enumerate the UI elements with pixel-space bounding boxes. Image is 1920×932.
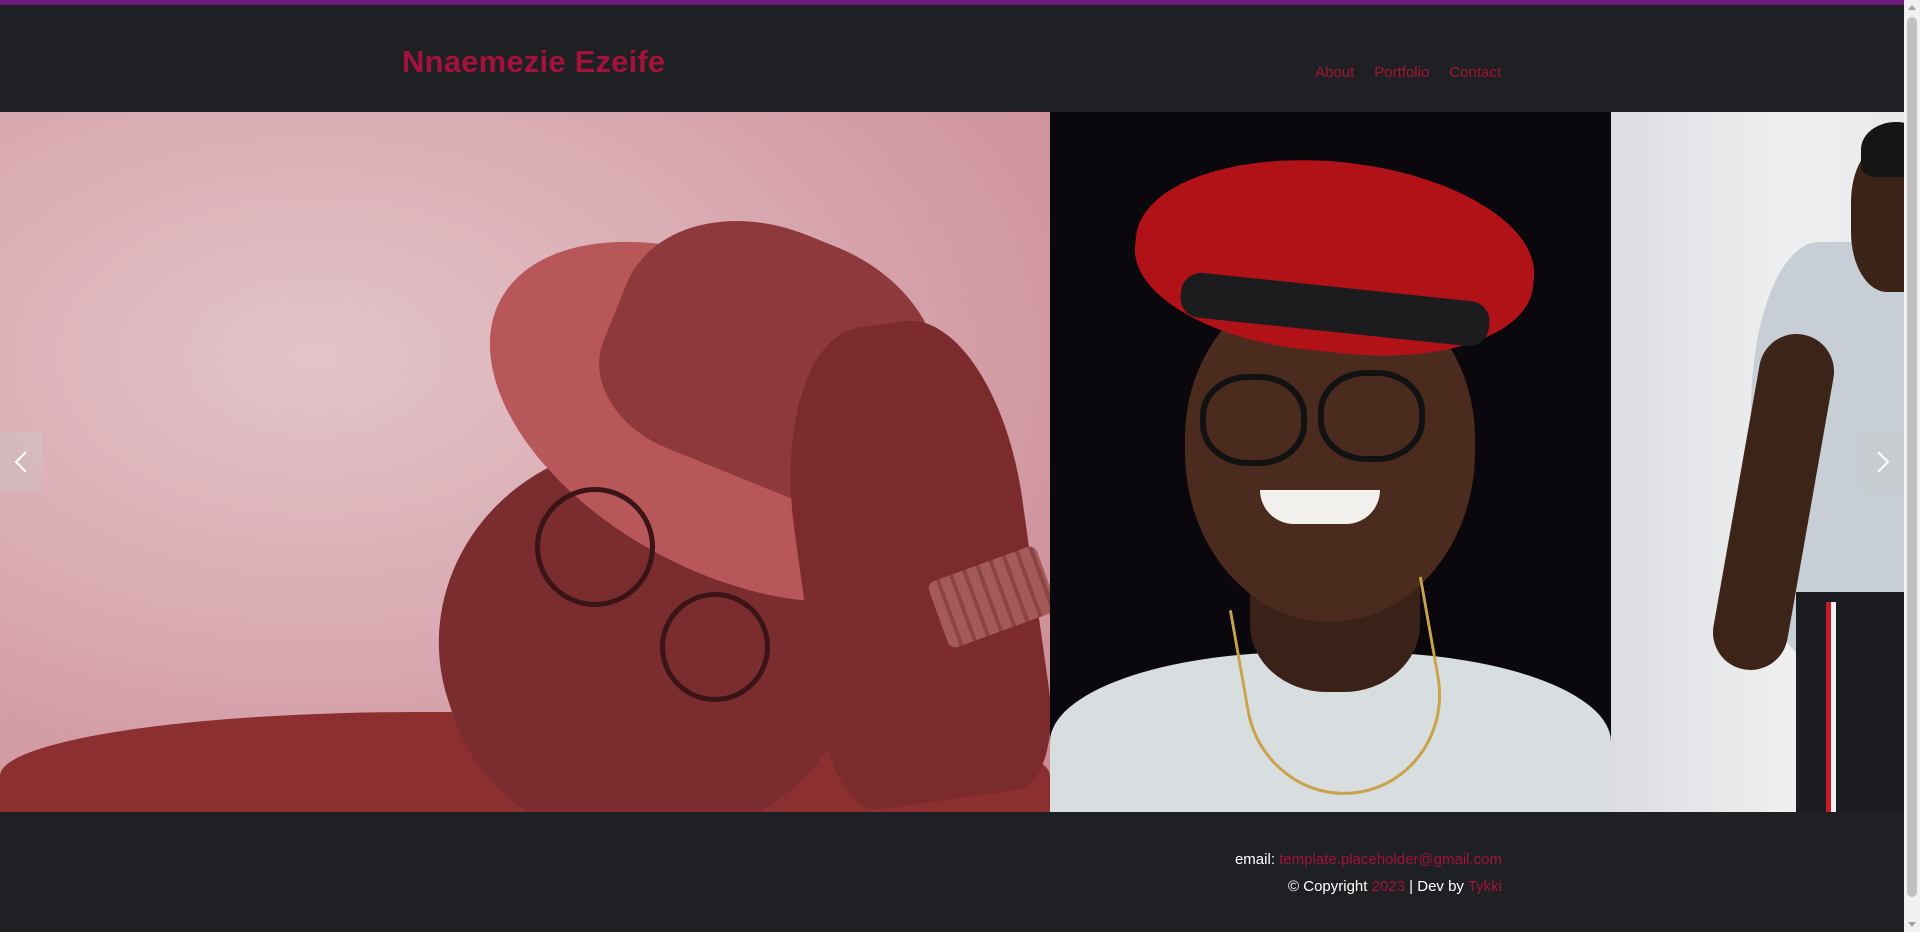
carousel-prev-button[interactable]: [0, 432, 42, 492]
page: Nnaemezie Ezeife About Portfolio Contact: [0, 0, 1920, 932]
dev-label: Dev by: [1417, 878, 1464, 895]
scroll-up-icon[interactable]: [1908, 5, 1916, 10]
site-footer: email: template.placeholder@gmail.com © …: [0, 812, 1904, 932]
carousel-slide: [0, 112, 1050, 812]
scroll-thumb[interactable]: [1907, 17, 1917, 897]
copyright-text: © Copyright: [1288, 878, 1368, 895]
carousel-slide: [1050, 112, 1611, 812]
nav-item-about[interactable]: About: [1315, 64, 1354, 81]
email-link[interactable]: template.placeholder@gmail.com: [1279, 851, 1502, 868]
carousel-next-button[interactable]: [1862, 432, 1904, 492]
site-header: Nnaemezie Ezeife About Portfolio Contact: [0, 5, 1904, 112]
footer-copyright-line: © Copyright 2023 | Dev by Tykki: [1235, 873, 1502, 900]
chevron-left-icon: [14, 451, 27, 473]
carousel-slide: [1611, 112, 1904, 812]
brand-logo[interactable]: Nnaemezie Ezeife: [402, 44, 665, 80]
main-nav: About Portfolio Contact: [1315, 64, 1501, 81]
footer-info: email: template.placeholder@gmail.com © …: [1235, 846, 1502, 900]
footer-email-line: email: template.placeholder@gmail.com: [1235, 846, 1502, 873]
email-label: email:: [1234, 851, 1275, 868]
scroll-down-icon[interactable]: [1908, 922, 1916, 927]
photo-carousel: [0, 112, 1904, 812]
vertical-scrollbar[interactable]: [1904, 0, 1920, 932]
dev-link[interactable]: Tykki: [1468, 878, 1502, 895]
nav-item-contact[interactable]: Contact: [1449, 64, 1501, 81]
footer-separator: |: [1409, 878, 1414, 895]
nav-item-portfolio[interactable]: Portfolio: [1374, 64, 1429, 81]
chevron-right-icon: [1877, 451, 1890, 473]
copyright-year: 2023: [1371, 878, 1405, 895]
